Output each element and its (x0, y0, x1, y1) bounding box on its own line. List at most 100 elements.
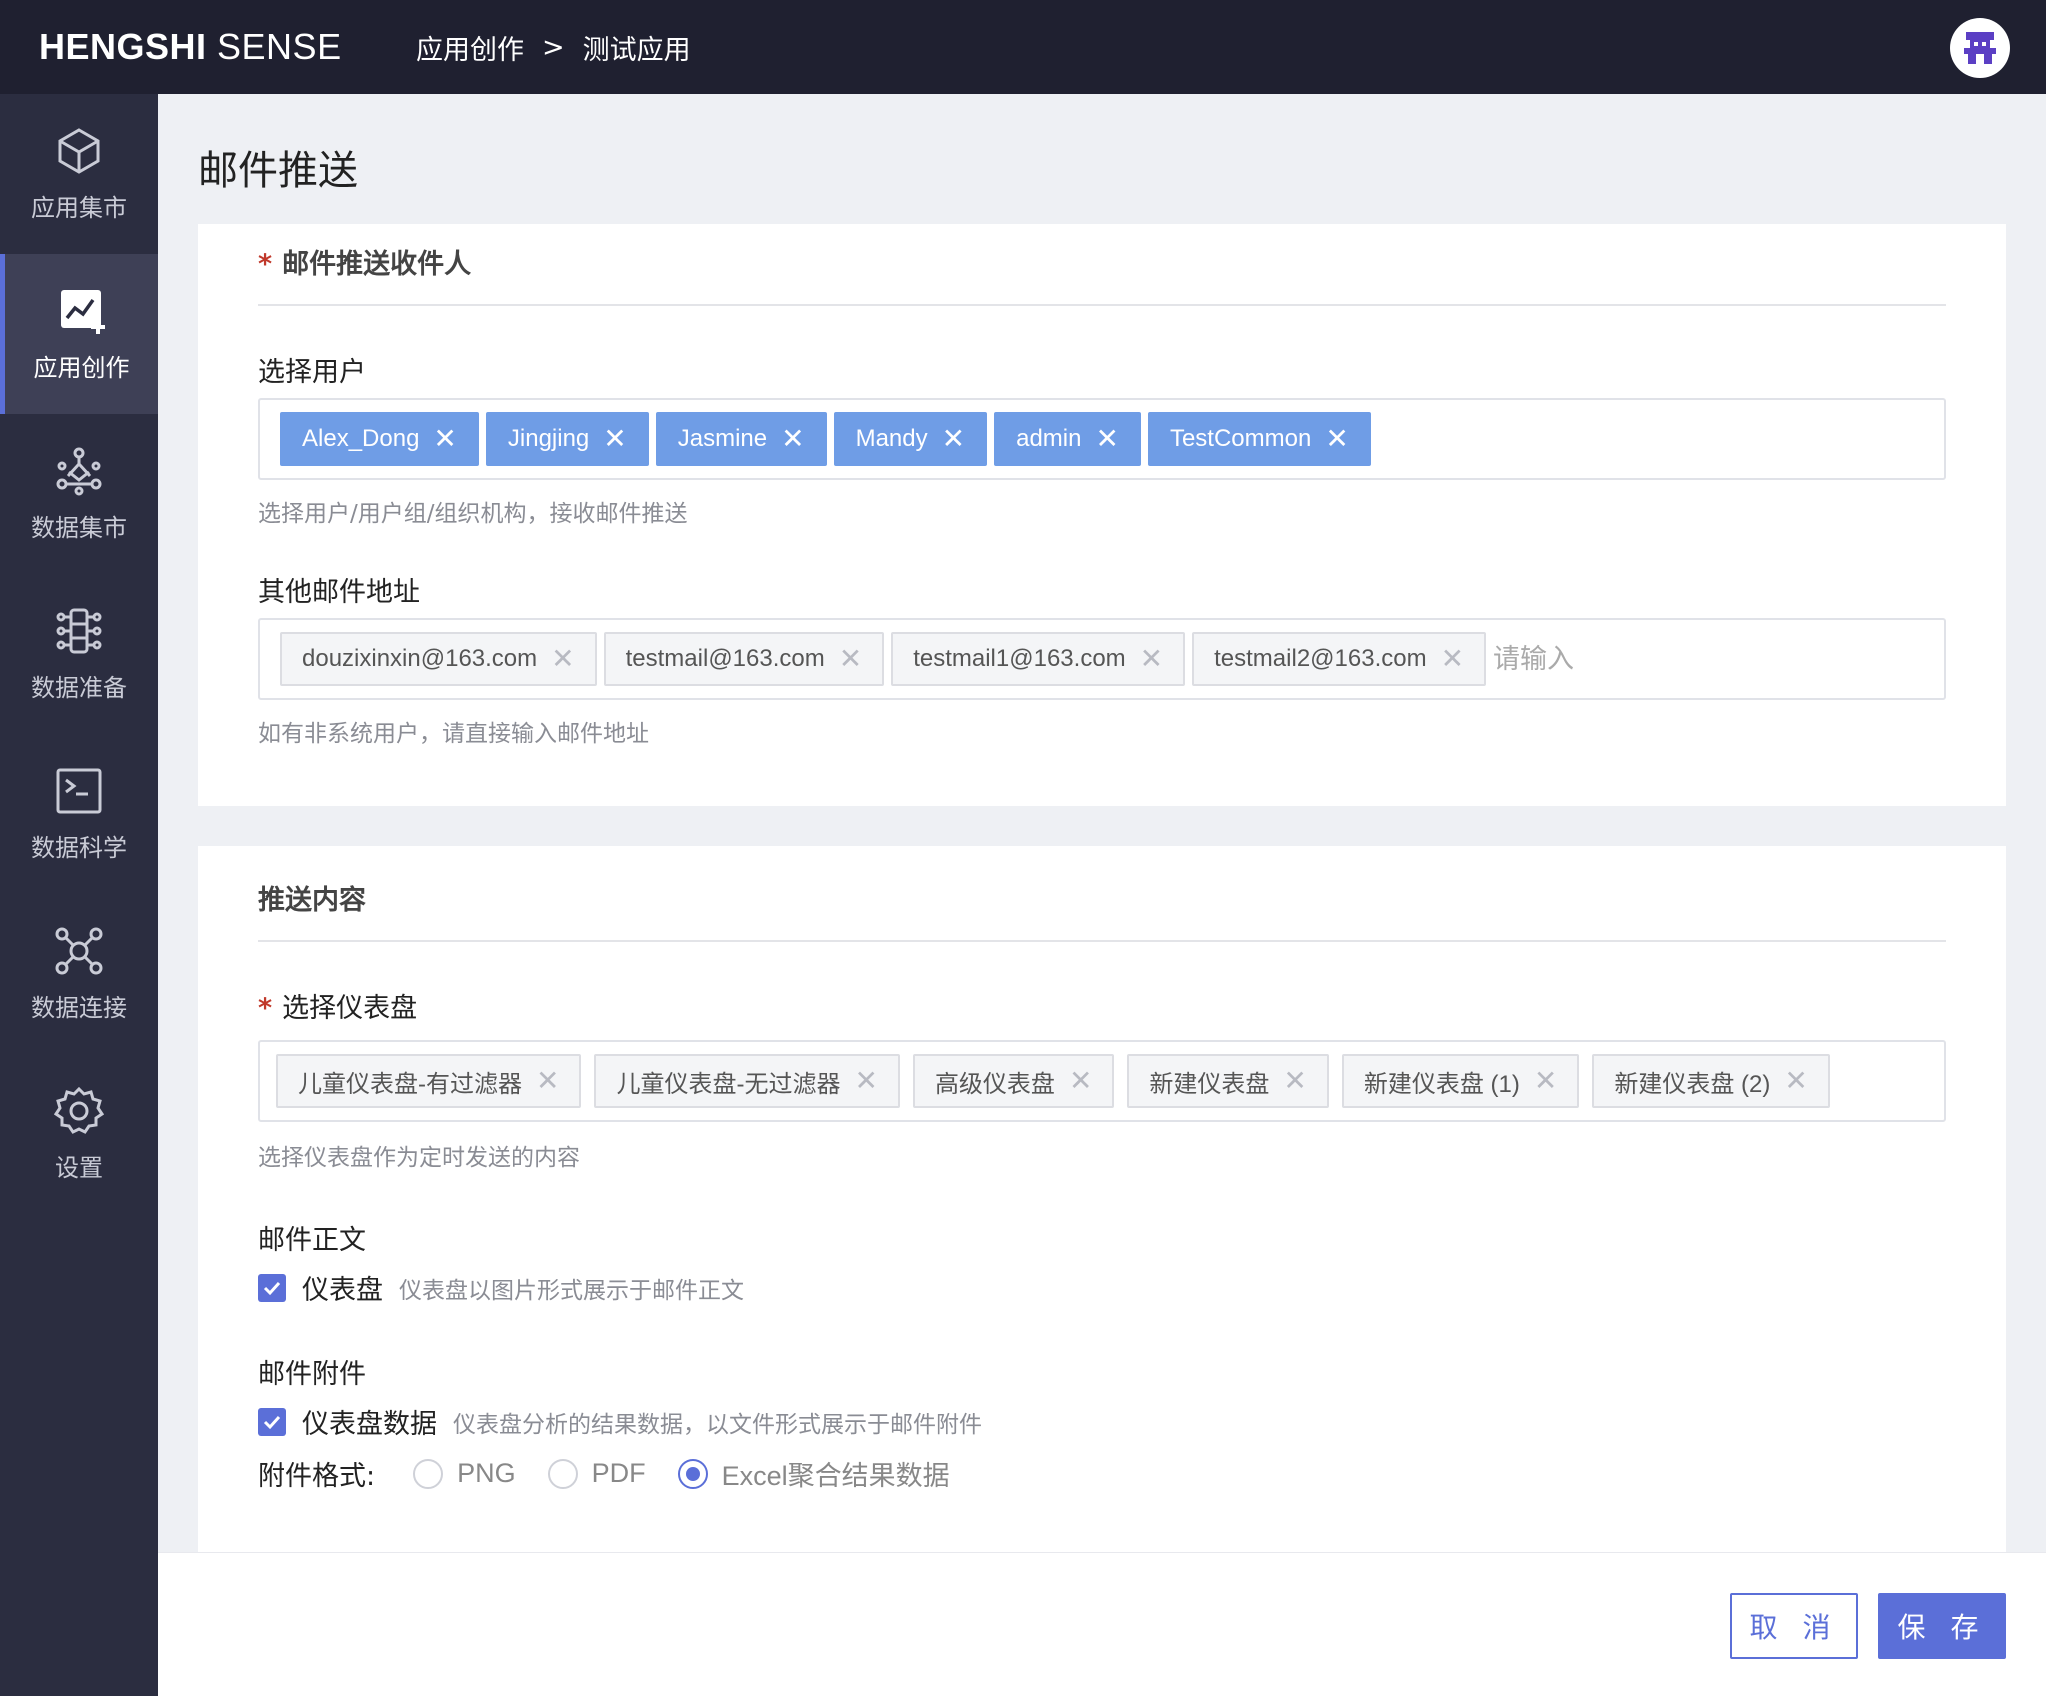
check-icon (263, 1281, 281, 1295)
logo-bold-text: HENGSHI (39, 26, 207, 67)
user-tag-label: Alex_Dong (302, 425, 420, 452)
push-content-section-title: 推送内容 (258, 885, 366, 916)
save-button[interactable]: 保 存 (1878, 1593, 2006, 1659)
dashboard-tag-label: 新建仪表盘 (2) (1614, 1070, 1771, 1098)
select-dashboard-input[interactable]: 儿童仪表盘-有过滤器 ✕ 儿童仪表盘-无过滤器 ✕ 高级仪表盘 ✕ 新建仪表盘 ✕ 新建… (258, 1040, 1946, 1122)
email-tag-label: testmail1@163.com (913, 645, 1126, 672)
footer-bar: 取 消 保 存 (158, 1552, 2046, 1696)
other-emails-input[interactable]: douzixinxin@163.com ✕ testmail@163.com ✕ t… (258, 618, 1946, 700)
format-option-excel[interactable]: Excel聚合结果数据 (677, 1454, 950, 1493)
format-option-label: Excel聚合结果数据 (721, 1461, 950, 1491)
attach-dashboard-data-checkbox-row[interactable]: 仪表盘数据 仪表盘分析的结果数据，以文件形式展示于邮件附件 (258, 1402, 982, 1441)
user-tag: Mandy ✕ (833, 412, 988, 466)
close-icon[interactable]: ✕ (854, 1067, 877, 1095)
format-option-label: PDF (591, 1458, 646, 1488)
close-icon[interactable]: ✕ (839, 645, 862, 673)
cancel-button[interactable]: 取 消 (1730, 1593, 1858, 1659)
close-icon[interactable]: ✕ (781, 425, 804, 453)
other-emails-hint: 如有非系统用户，请直接输入邮件地址 (258, 721, 649, 747)
recipients-section-title: * 邮件推送收件人 (258, 242, 471, 281)
sidebar-item-label: 数据科学 (31, 833, 127, 862)
select-dashboard-label: * 选择仪表盘 (258, 986, 417, 1025)
user-tag-label: Jasmine (677, 425, 768, 452)
required-mark: * (258, 249, 273, 280)
body-dashboard-label: 仪表盘 (302, 1275, 383, 1306)
sidebar-item-data-market[interactable]: 数据集市 (0, 414, 158, 574)
close-icon[interactable]: ✕ (1069, 1067, 1092, 1095)
logo-light-text: SENSE (206, 26, 342, 67)
select-users-hint: 选择用户/用户组/组织机构，接收邮件推送 (258, 501, 688, 527)
recipients-section-label: 邮件推送收件人 (282, 249, 472, 280)
gear-icon (54, 1086, 104, 1134)
close-icon[interactable]: ✕ (1095, 425, 1118, 453)
close-icon[interactable]: ✕ (551, 645, 574, 673)
required-mark: * (258, 993, 273, 1024)
email-tag-label: testmail@163.com (625, 645, 825, 672)
close-icon[interactable]: ✕ (1325, 425, 1348, 453)
close-icon[interactable]: ✕ (1534, 1067, 1557, 1095)
radio-button-selected[interactable] (677, 1458, 708, 1489)
user-tag-label: admin (1016, 425, 1082, 452)
close-icon[interactable]: ✕ (1283, 1067, 1306, 1095)
data-prep-icon (56, 608, 102, 653)
close-icon[interactable]: ✕ (433, 425, 456, 453)
close-icon[interactable]: ✕ (603, 425, 626, 453)
user-tag-label: TestCommon (1169, 425, 1312, 452)
select-users-label: 选择用户 (258, 357, 366, 388)
network-icon (56, 447, 102, 495)
page-title: 邮件推送 (198, 148, 358, 194)
select-dashboard-text: 选择仪表盘 (282, 993, 418, 1024)
sidebar: 应用集市 应用创作 数据集市 数据准备 数据科学 数据连接 设置 (0, 94, 158, 1696)
email-tag-label: testmail2@163.com (1214, 645, 1427, 672)
dashboard-tag-label: 新建仪表盘 (1149, 1070, 1270, 1098)
body-dashboard-checkbox-row[interactable]: 仪表盘 仪表盘以图片形式展示于邮件正文 (258, 1268, 744, 1307)
user-tag-label: Mandy (855, 425, 928, 452)
select-users-input[interactable]: Alex_Dong ✕ Jingjing ✕ Jasmine ✕ Mandy ✕ adm… (258, 398, 1946, 480)
format-option-label: PNG (457, 1458, 516, 1488)
sidebar-item-label: 应用集市 (31, 193, 127, 222)
dashboard-tag: 新建仪表盘 (2) ✕ (1592, 1054, 1830, 1108)
sidebar-item-app-creation[interactable]: 应用创作 (0, 254, 158, 414)
user-tag: Jingjing ✕ (485, 412, 649, 466)
sidebar-item-data-prep[interactable]: 数据准备 (0, 574, 158, 734)
email-tag: testmail2@163.com ✕ (1192, 632, 1487, 686)
dashboard-tag-label: 新建仪表盘 (1) (1363, 1070, 1520, 1098)
user-avatar-icon (1964, 32, 1996, 64)
email-tag: testmail1@163.com ✕ (891, 632, 1186, 686)
sidebar-item-label: 数据准备 (31, 673, 127, 702)
attach-dashboard-data-checkbox[interactable] (258, 1407, 286, 1436)
sidebar-item-settings[interactable]: 设置 (0, 1054, 158, 1214)
email-body-label: 邮件正文 (258, 1225, 366, 1256)
email-attachment-label: 邮件附件 (258, 1359, 366, 1390)
sidebar-item-app-market[interactable]: 应用集市 (0, 94, 158, 254)
radio-button[interactable] (547, 1458, 578, 1489)
user-tag: Jasmine ✕ (655, 412, 827, 466)
user-tag: TestCommon ✕ (1147, 412, 1371, 466)
sidebar-item-label: 设置 (55, 1153, 103, 1182)
dashboard-tag: 儿童仪表盘-无过滤器 ✕ (594, 1054, 900, 1108)
close-icon[interactable]: ✕ (1441, 645, 1464, 673)
attachment-format-radio-group: 附件格式: PNG PDF Excel聚合结果数据 (258, 1454, 982, 1493)
close-icon[interactable]: ✕ (536, 1067, 559, 1095)
body-dashboard-checkbox[interactable] (258, 1273, 286, 1302)
check-icon (263, 1415, 281, 1429)
app-logo[interactable]: HENGSHI SENSE (39, 26, 342, 68)
email-text-input[interactable] (1493, 643, 1694, 675)
email-tag: douzixinxin@163.com ✕ (280, 632, 597, 686)
format-option-png[interactable]: PNG (413, 1458, 516, 1489)
sidebar-item-label: 应用创作 (33, 353, 130, 382)
close-icon[interactable]: ✕ (1784, 1067, 1807, 1095)
format-option-pdf[interactable]: PDF (547, 1458, 646, 1489)
sidebar-item-data-science[interactable]: 数据科学 (0, 734, 158, 894)
sidebar-item-label: 数据连接 (31, 993, 127, 1022)
dashboard-tag: 高级仪表盘 ✕ (912, 1054, 1115, 1108)
close-icon[interactable]: ✕ (942, 425, 965, 453)
breadcrumb-item-app-creation[interactable]: 应用创作 (416, 28, 524, 67)
dashboard-tag-label: 儿童仪表盘-有过滤器 (298, 1070, 522, 1098)
avatar[interactable] (1950, 18, 2010, 78)
radio-button[interactable] (413, 1458, 444, 1489)
close-icon[interactable]: ✕ (1140, 645, 1163, 673)
select-dashboard-hint: 选择仪表盘作为定时发送的内容 (258, 1145, 580, 1171)
sidebar-item-data-connection[interactable]: 数据连接 (0, 894, 158, 1054)
email-tag-label: douzixinxin@163.com (302, 645, 538, 672)
